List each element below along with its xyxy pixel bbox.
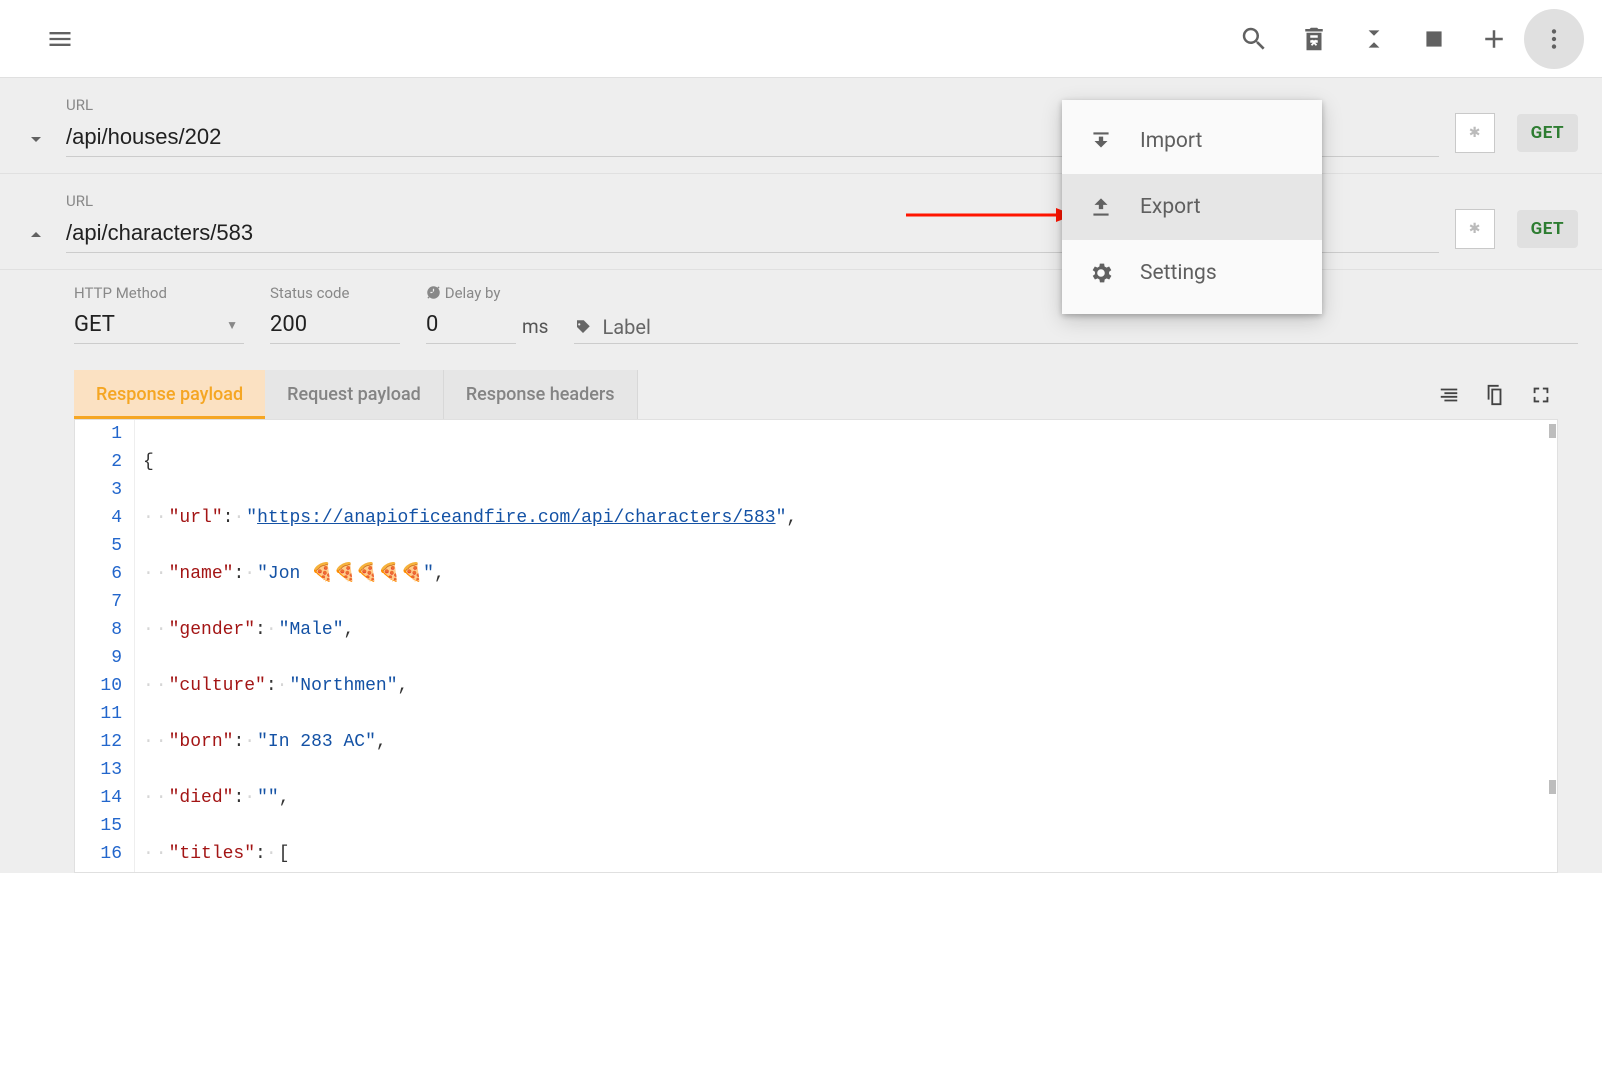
delay-input[interactable]: 0 <box>426 308 516 344</box>
delay-unit: ms <box>516 315 548 344</box>
copy-button[interactable] <box>1478 378 1512 412</box>
scrollbar-thumb[interactable] <box>1549 780 1556 794</box>
menu-export[interactable]: Export <box>1062 174 1322 240</box>
tab-request-payload[interactable]: Request payload <box>265 370 444 419</box>
tab-response-payload[interactable]: Response payload <box>74 370 265 419</box>
code-editor[interactable]: 12345678910111213141516 { ··"url":·"http… <box>74 419 1558 873</box>
snippet-button[interactable]: ✱ <box>1455 113 1495 153</box>
status-code-label: Status code <box>270 284 400 302</box>
method-badge: GET <box>1517 210 1578 248</box>
export-icon <box>1088 194 1114 220</box>
fullscreen-button[interactable] <box>1524 378 1558 412</box>
hamburger-menu-button[interactable] <box>30 9 90 69</box>
menu-settings[interactable]: Settings <box>1062 240 1322 306</box>
snippet-button[interactable]: ✱ <box>1455 209 1495 249</box>
request-list: URL ✱ GET URL ✱ GET HTTP Method GET <box>0 78 1602 873</box>
payload-tabs: Response payload Request payload Respons… <box>74 370 1578 419</box>
method-badge: GET <box>1517 114 1578 152</box>
expand-toggle[interactable] <box>22 127 50 157</box>
tag-icon <box>574 318 592 336</box>
status-code-input[interactable]: 200 <box>270 308 400 344</box>
delay-label: Delay by <box>426 284 548 302</box>
collapse-all-button[interactable] <box>1344 9 1404 69</box>
scrollbar-thumb[interactable] <box>1549 424 1556 438</box>
request-row: URL ✱ GET <box>0 174 1602 270</box>
http-method-label: HTTP Method <box>74 284 244 302</box>
add-button[interactable] <box>1464 9 1524 69</box>
delete-all-button[interactable] <box>1284 9 1344 69</box>
http-method-select[interactable]: GET ▼ <box>74 308 244 344</box>
request-detail-panel: HTTP Method GET ▼ Status code 200 Delay … <box>0 270 1602 873</box>
search-button[interactable] <box>1224 9 1284 69</box>
stop-button[interactable] <box>1404 9 1464 69</box>
import-icon <box>1088 128 1114 154</box>
line-gutter: 12345678910111213141516 <box>75 420 135 872</box>
menu-import[interactable]: Import <box>1062 108 1322 174</box>
more-menu-button[interactable] <box>1524 9 1584 69</box>
top-toolbar <box>0 0 1602 78</box>
more-menu: Import Export Settings <box>1062 100 1322 314</box>
settings-icon <box>1088 260 1114 286</box>
format-button[interactable] <box>1432 378 1466 412</box>
expand-toggle[interactable] <box>22 223 50 253</box>
label-field[interactable]: Label <box>574 315 1578 344</box>
request-row: URL ✱ GET <box>0 78 1602 174</box>
tab-response-headers[interactable]: Response headers <box>444 370 638 419</box>
chevron-down-icon: ▼ <box>226 318 238 332</box>
code-content[interactable]: { ··"url":·"https://anapioficeandfire.co… <box>135 420 805 872</box>
